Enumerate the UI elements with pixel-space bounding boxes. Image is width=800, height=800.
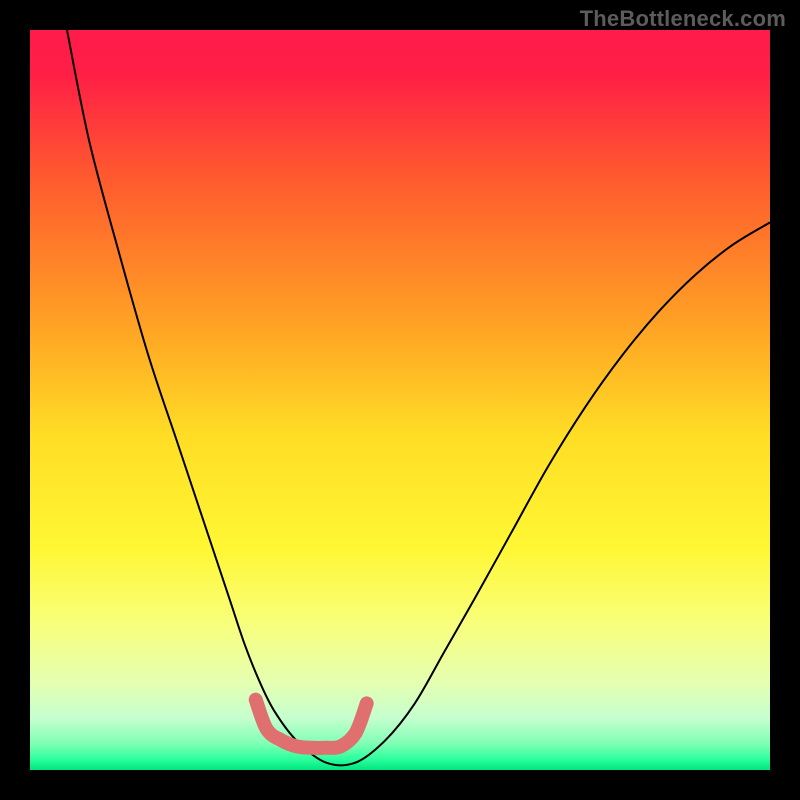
watermark-text: TheBottleneck.com bbox=[580, 6, 786, 32]
bottleneck-chart-svg bbox=[30, 30, 770, 770]
gradient-background bbox=[30, 30, 770, 770]
dot-left bbox=[250, 694, 261, 705]
dot-right bbox=[361, 698, 372, 709]
plot-area bbox=[30, 30, 770, 770]
chart-frame: TheBottleneck.com bbox=[0, 0, 800, 800]
